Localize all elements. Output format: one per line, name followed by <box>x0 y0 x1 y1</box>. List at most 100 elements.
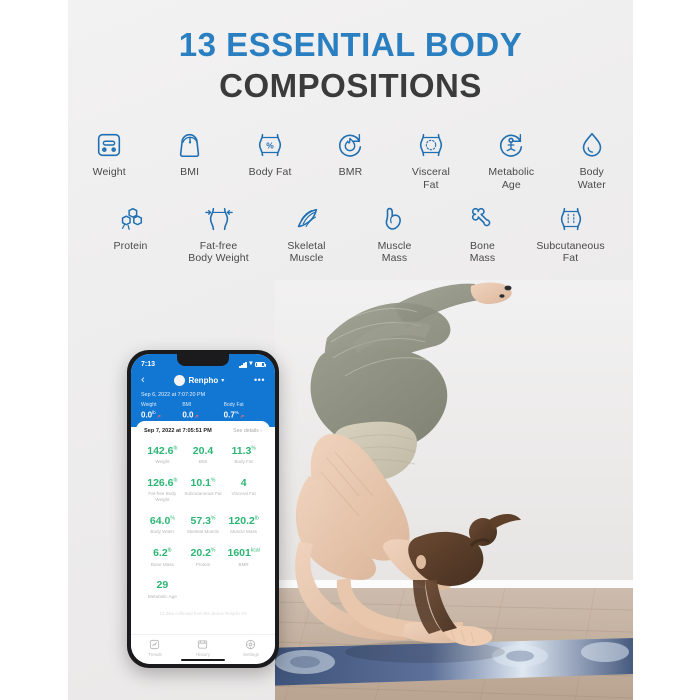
metric-unit: % <box>234 410 239 415</box>
lifestyle-photo <box>275 280 633 700</box>
bone-icon <box>466 202 500 236</box>
metric-cell[interactable]: 20.2% Protein <box>183 542 224 574</box>
trend-up-icon: ↗ <box>156 413 161 420</box>
metric-label: Metabolic Age <box>147 593 177 599</box>
feature-label: Body Water <box>577 166 606 191</box>
header-date: Sep 6, 2022 at 7:07:20 PM <box>141 392 206 398</box>
measurement-card: Sep 7, 2022 at 7:05:51 PM See details › … <box>136 420 270 633</box>
metric-unit: % <box>210 515 216 522</box>
metric-unit: lb <box>173 445 178 452</box>
metric-value: 120.2lb <box>224 516 263 527</box>
waist-dotted-icon <box>414 128 448 162</box>
metric-value: 0.0↗ <box>182 410 223 420</box>
see-details-link[interactable]: See details › <box>233 428 262 434</box>
tab-label: History <box>196 652 210 657</box>
header-metric: Weight 0.0lb↗ <box>141 402 182 420</box>
scale-icon <box>92 128 126 162</box>
metric-cell[interactable]: 20.4 BMI <box>183 440 224 472</box>
history-icon <box>197 639 208 650</box>
metric-unit: % <box>210 477 216 484</box>
feature-body-water: Body Water <box>563 128 621 192</box>
metric-value: 20.2% <box>184 548 223 559</box>
feature-subcutaneous-fat: Subcutaneous Fat <box>536 202 605 266</box>
metric-label: BMI <box>182 402 192 408</box>
feature-label: Weight <box>92 166 126 178</box>
trend-up-icon: ↗ <box>194 413 199 420</box>
metrics-grid: 142.6lb Weight 20.4 BMI 11.3% Body Fat 1… <box>142 440 264 607</box>
metric-cell[interactable]: 4 Visceral Fat <box>223 472 264 510</box>
card-note: 13 data collected from the device Renpho… <box>159 610 247 616</box>
feature-label: Skeletal Muscle <box>287 239 326 265</box>
metric-value: 142.6lb <box>143 444 182 457</box>
feature-label: Subcutaneous Fat <box>536 239 605 265</box>
metric-cell[interactable]: 120.2lb Muscle Mass <box>223 510 264 542</box>
metric-label: BMR <box>238 561 249 567</box>
metric-cell[interactable]: 64.0% Body Water <box>142 510 183 542</box>
metric-cell[interactable]: 57.3% Skeletal Muscle <box>183 510 224 542</box>
metric-unit: lb <box>173 477 178 484</box>
trends-icon <box>149 639 160 650</box>
metric-label: Muscle Mass <box>230 529 258 535</box>
waist-percent-icon: % <box>253 128 287 162</box>
metric-number: 142.6 <box>147 444 174 457</box>
battery-icon <box>255 361 266 368</box>
metric-unit: lb <box>167 547 172 554</box>
metric-cell[interactable]: 11.3% Body Fat <box>223 440 264 472</box>
metric-label: Weight <box>141 402 157 408</box>
feature-bmi: BMI <box>160 128 218 192</box>
feature-visceral-fat: Visceral Fat <box>402 128 460 192</box>
person-refresh-icon <box>494 128 528 162</box>
more-menu-button[interactable]: ••• <box>254 376 265 385</box>
metric-cell[interactable]: 10.1% Subcutaneous Fat <box>183 472 224 510</box>
metric-number: 120.2 <box>228 514 255 527</box>
metric-value: 0.0lb↗ <box>141 410 182 420</box>
metric-label: Body Fat <box>234 459 253 465</box>
feature-label: Fat-free Body Weight <box>188 239 249 265</box>
metric-cell[interactable]: 6.2lb Bone Mass <box>142 542 183 574</box>
metric-unit: kcal <box>250 547 260 554</box>
metric-cell[interactable]: 29 Metabolic Age <box>142 574 183 606</box>
metric-unit: % <box>210 547 216 554</box>
feature-label: BMR <box>338 166 363 178</box>
metric-number: 64.0 <box>149 514 171 527</box>
metric-label: Weight <box>155 459 170 465</box>
feature-body-fat: % Body Fat <box>241 128 299 192</box>
metric-cell[interactable]: 126.6lb Fat-free Body Weight <box>142 472 183 510</box>
metric-value: 1601kcal <box>224 548 263 559</box>
back-button[interactable]: ‹ <box>141 375 145 386</box>
app-navbar: ‹ Renpho ▾ ••• <box>139 375 267 386</box>
status-icons: ▾ <box>239 361 266 368</box>
metric-number: 4 <box>240 476 247 489</box>
feature-label: BMI <box>180 166 200 178</box>
feature-muscle-mass: Muscle Mass <box>362 202 428 266</box>
metric-label: BMI <box>198 459 208 465</box>
header-metric: BMI 0.0↗ <box>182 402 223 420</box>
bmi-scale-icon <box>173 128 207 162</box>
metric-value: 6.2lb <box>143 548 182 559</box>
metric-number: 11.3 <box>231 444 252 457</box>
biceps-icon <box>378 202 412 236</box>
metric-cell[interactable]: 1601kcal BMR <box>223 542 264 574</box>
tab-settings[interactable]: Settings <box>227 639 275 657</box>
tab-trends[interactable]: Trends <box>131 639 179 657</box>
tab-history[interactable]: History <box>179 639 227 657</box>
feature-metabolic-age: Metabolic Age <box>482 128 540 192</box>
metric-value: 29 <box>143 580 182 591</box>
metric-unit: % <box>251 445 256 452</box>
product-marketing-image: 13 ESSENTIAL BODY COMPOSITIONS Weight BM… <box>0 0 700 700</box>
header-metrics: Weight 0.0lb↗ BMI 0.0↗ Body Fat 0.7%↗ <box>139 402 267 420</box>
metric-label: Bone Mass <box>150 561 174 567</box>
metric-cell[interactable]: 142.6lb Weight <box>142 440 183 472</box>
metric-number: 126.6 <box>147 476 174 489</box>
feature-row-2: Protein Fat-free Body Weight Skeletal Mu… <box>68 192 633 266</box>
feature-bone-mass: Bone Mass <box>450 202 516 266</box>
metric-label: Subcutaneous Fat <box>184 491 222 497</box>
metric-number: 0.7 <box>223 410 235 420</box>
app-title: Renpho <box>188 376 219 385</box>
metric-label: Fat-free Body Weight <box>148 491 177 503</box>
account-selector[interactable]: Renpho ▾ <box>174 375 224 386</box>
waist-arrows-icon <box>202 202 236 236</box>
feature-label: Body Fat <box>248 166 292 178</box>
metric-unit: lb <box>254 515 259 522</box>
phone-mockup: 7:13 ▾ ‹ Renpho ▾ ••• Sep 6, 2022 at 7:0… <box>127 350 279 668</box>
